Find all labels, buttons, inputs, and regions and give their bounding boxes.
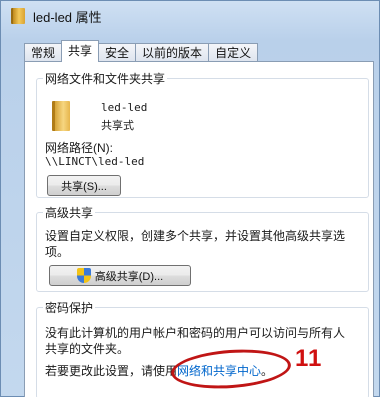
group-title: 高级共享 xyxy=(43,204,96,221)
annotation-number: 11 xyxy=(295,345,323,372)
tab-customize[interactable]: 自定义 xyxy=(208,43,259,62)
advanced-sharing-group: 高级共享 设置自定义权限，创建多个共享，并设置其他高级共享选 项。 高级共享(D… xyxy=(36,204,369,292)
folder-icon xyxy=(11,8,25,24)
network-path-label: 网络路径(N): xyxy=(45,141,113,155)
network-path-value: \\LINCT\led-led xyxy=(45,155,145,168)
tab-sharing[interactable]: 共享 xyxy=(61,40,100,62)
advanced-desc-line2: 项。 xyxy=(45,245,70,259)
shared-folder-icon xyxy=(52,101,70,131)
group-title: 密码保护 xyxy=(43,299,96,316)
network-sharing-group: 网络文件和文件夹共享 led-led 共享式 网络路径(N): \\LINCT\… xyxy=(36,70,369,198)
tab-general[interactable]: 常规 xyxy=(24,43,63,62)
tab-security[interactable]: 安全 xyxy=(98,43,137,62)
title-bar[interactable]: led-led 属性 xyxy=(1,1,379,31)
share-status: 共享式 xyxy=(101,119,134,132)
password-desc-line2: 共享的文件夹。 xyxy=(45,342,130,356)
uac-shield-icon xyxy=(76,268,91,283)
tab-previous-versions[interactable]: 以前的版本 xyxy=(135,43,210,62)
advanced-sharing-label: 高级共享(D)... xyxy=(94,270,164,283)
advanced-desc-line1: 设置自定义权限，创建多个共享，并设置其他高级共享选 xyxy=(45,229,346,243)
password-desc-line1: 没有此计算机的用户帐户和密码的用户可以访问与所有人 xyxy=(45,326,346,340)
folder-name: led-led xyxy=(101,101,148,114)
window-title: led-led 属性 xyxy=(33,9,102,25)
share-button[interactable]: 共享(S)... xyxy=(47,175,121,196)
change-prefix: 若要更改此设置，请使用 xyxy=(45,364,178,378)
advanced-sharing-button[interactable]: 高级共享(D)... xyxy=(49,265,191,286)
group-title: 网络文件和文件夹共享 xyxy=(43,70,168,87)
properties-window: led-led 属性 常规 共享 安全 以前的版本 自定义 网络文件和文件夹共享… xyxy=(0,0,380,397)
tab-strip: 常规 共享 安全 以前的版本 自定义 xyxy=(24,40,259,62)
